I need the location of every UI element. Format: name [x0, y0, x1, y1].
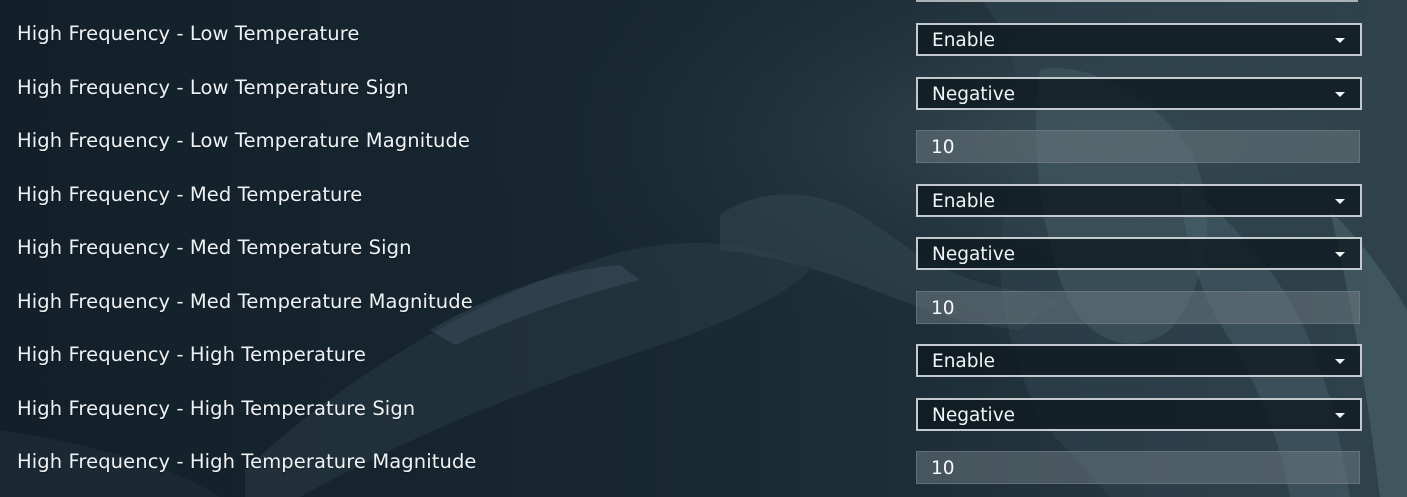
chevron-down-icon: [1335, 412, 1345, 418]
setting-row-hf-med-temperature-magnitude: High Frequency - Med Temperature Magnitu…: [0, 278, 1407, 332]
setting-row-hf-high-temperature: High Frequency - High Temperature Enable: [0, 331, 1407, 385]
chevron-down-icon: [1335, 198, 1345, 204]
dropdown-value: Enable: [932, 190, 996, 212]
number-value: 10: [931, 137, 955, 158]
setting-row-hf-low-temperature: High Frequency - Low Temperature Enable: [0, 10, 1407, 64]
setting-row-hf-low-temperature-magnitude: High Frequency - Low Temperature Magnitu…: [0, 117, 1407, 171]
setting-row-hf-high-temperature-magnitude: High Frequency - High Temperature Magnit…: [0, 438, 1407, 492]
setting-label: High Frequency - Med Temperature: [17, 182, 363, 206]
dropdown-value: Negative: [932, 404, 1016, 426]
setting-label: High Frequency - High Temperature: [17, 343, 367, 366]
hf-med-temperature-magnitude-field[interactable]: 10: [916, 290, 1360, 324]
dropdown-value: Negative: [932, 83, 1016, 105]
previous-dropdown-partial[interactable]: [916, 0, 1358, 2]
setting-label: High Frequency - Low Temperature: [17, 22, 360, 45]
dropdown-value: Negative: [932, 244, 1016, 265]
hf-high-temperature-dropdown[interactable]: Enable: [916, 344, 1362, 377]
chevron-down-icon: [1335, 252, 1345, 257]
setting-label: High Frequency - Low Temperature Sign: [17, 75, 409, 99]
hf-high-temperature-sign-dropdown[interactable]: Negative: [916, 397, 1362, 431]
setting-label: High Frequency - High Temperature Magnit…: [17, 450, 477, 473]
number-value: 10: [931, 458, 955, 479]
setting-row-hf-high-temperature-sign: High Frequency - High Temperature Sign N…: [0, 385, 1407, 439]
setting-label: High Frequency - Med Temperature Magnitu…: [17, 289, 473, 313]
chevron-down-icon: [1335, 38, 1345, 43]
hf-low-temperature-dropdown[interactable]: Enable: [916, 23, 1362, 56]
hf-med-temperature-dropdown[interactable]: Enable: [916, 183, 1362, 217]
hf-low-temperature-sign-dropdown[interactable]: Negative: [916, 76, 1362, 110]
hf-med-temperature-sign-dropdown[interactable]: Negative: [916, 237, 1362, 270]
setting-row-hf-med-temperature-sign: High Frequency - Med Temperature Sign Ne…: [0, 224, 1407, 278]
setting-label: High Frequency - High Temperature Sign: [17, 396, 416, 420]
number-value: 10: [931, 297, 955, 319]
hf-high-temperature-magnitude-field[interactable]: 10: [916, 451, 1360, 484]
setting-row-hf-med-temperature: High Frequency - Med Temperature Enable: [0, 171, 1407, 225]
settings-panel: High Frequency - Low Temperature Enable …: [0, 0, 1407, 497]
setting-row-hf-low-temperature-sign: High Frequency - Low Temperature Sign Ne…: [0, 64, 1407, 118]
setting-label: High Frequency - Low Temperature Magnitu…: [17, 129, 471, 152]
dropdown-value: Enable: [932, 351, 996, 372]
chevron-down-icon: [1335, 359, 1345, 364]
setting-label: High Frequency - Med Temperature Sign: [17, 236, 412, 259]
chevron-down-icon: [1335, 91, 1345, 97]
dropdown-value: Enable: [932, 30, 996, 51]
hf-low-temperature-magnitude-field[interactable]: 10: [916, 130, 1360, 163]
settings-list: High Frequency - Low Temperature Enable …: [0, 10, 1407, 492]
